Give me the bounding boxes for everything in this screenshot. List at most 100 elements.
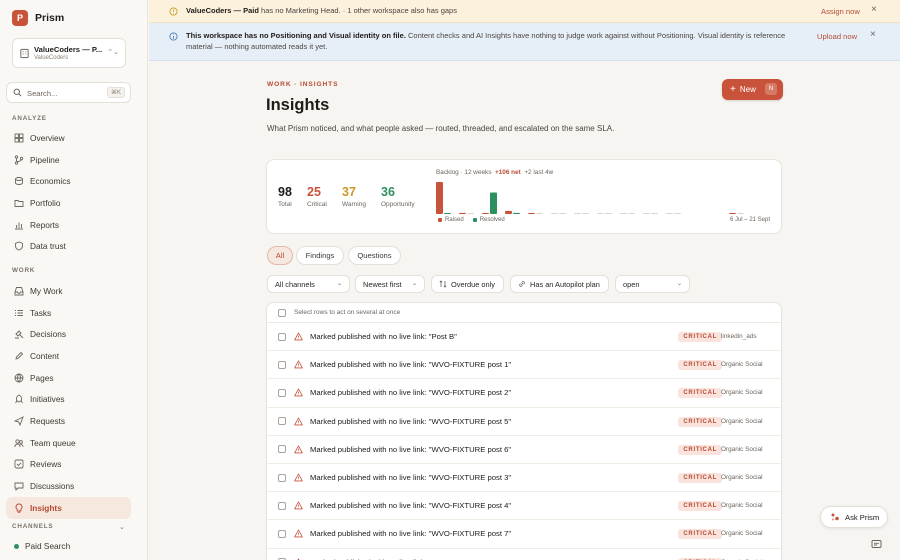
autopilot-toggle[interactable]: Has an Autopilot plan <box>510 275 609 293</box>
autopilot-label: Has an Autopilot plan <box>530 279 600 289</box>
row-checkbox[interactable] <box>278 529 286 538</box>
row-title: Marked published with no live link: "WVO… <box>310 444 512 454</box>
stat-value: 98 <box>278 185 292 199</box>
row-checkbox[interactable] <box>278 360 286 369</box>
sidebar-item-requests[interactable]: Requests <box>0 410 148 432</box>
row-title: Marked published with no live link: "WVO… <box>310 416 512 426</box>
status-select[interactable]: open ⌄ <box>615 275 690 293</box>
sidebar-item-overview[interactable]: Overview <box>0 127 148 149</box>
row-channel: Organic Social <box>721 361 763 369</box>
table-row[interactable]: Marked published with no live link: "Pos… <box>267 323 781 352</box>
stat-opportunity[interactable]: 36 Opportunity <box>381 185 415 208</box>
sidebar-item-reviews[interactable]: Reviews <box>0 454 148 476</box>
channels-select[interactable]: All channels ⌄ <box>267 275 350 293</box>
row-channel: Organic Social <box>721 530 763 538</box>
banner-bold: This workspace has no Positioning and Vi… <box>186 31 406 40</box>
stat-critical[interactable]: 25 Critical <box>307 185 327 208</box>
sidebar-item-decisions[interactable]: Decisions <box>0 323 148 345</box>
tab-all[interactable]: All <box>267 246 293 265</box>
row-checkbox[interactable] <box>278 417 286 426</box>
chevron-down-icon[interactable]: ⌄ <box>119 523 125 531</box>
sort-select-value: Newest first <box>363 279 402 289</box>
upload-now-link[interactable]: Upload now <box>817 32 857 41</box>
table-row[interactable]: Marked published with no live link: "WVO… <box>267 549 781 560</box>
row-channel: Organic Social <box>721 417 763 425</box>
section-channels: CHANNELS <box>12 523 54 530</box>
sidebar-item-insights[interactable]: Insights <box>6 496 131 519</box>
brand-name: Prism <box>35 12 65 24</box>
tab-findings[interactable]: Findings <box>296 246 344 265</box>
stat-label: Critical <box>307 201 327 208</box>
row-checkbox[interactable] <box>278 473 286 482</box>
warning-triangle-icon <box>294 332 303 341</box>
insights-table: Select rows to act on several at once Ma… <box>266 302 782 560</box>
row-title: Marked published with no live link: "WVO… <box>310 529 512 539</box>
row-title: Marked published with no live link: "WVO… <box>310 360 512 370</box>
sidebar-item-discussions[interactable]: Discussions <box>0 475 148 497</box>
severity-badge: CRITICAL <box>678 529 722 540</box>
table-row[interactable]: Marked published with no live link: "WVO… <box>267 351 781 380</box>
warning-triangle-icon <box>294 445 303 454</box>
row-checkbox[interactable] <box>278 445 286 454</box>
ask-prism-button[interactable]: Ask Prism <box>820 506 888 528</box>
tab-questions[interactable]: Questions <box>348 246 401 265</box>
workspace-name: ValueCoders — P... <box>34 45 103 54</box>
sidebar-item-my-work[interactable]: My Work <box>0 280 148 302</box>
close-icon[interactable]: × <box>870 29 876 40</box>
row-checkbox[interactable] <box>278 388 286 397</box>
sidebar-item-label: Economics <box>30 176 71 187</box>
bar-raised-week-11 <box>666 213 673 214</box>
search-input[interactable]: Search... ⌘K <box>6 82 131 103</box>
bar-resolved-week-7 <box>582 213 589 214</box>
select-all-checkbox[interactable] <box>278 308 286 317</box>
table-row[interactable]: Marked published with no live link: "WVO… <box>267 520 781 549</box>
severity-badge: CRITICAL <box>678 360 722 371</box>
row-channel: Organic Social <box>721 473 763 481</box>
banner-text: ValueCoders — Paid has no Marketing Head… <box>186 6 457 17</box>
stat-label: Opportunity <box>381 201 415 208</box>
bar-resolved-week-2 <box>467 213 474 214</box>
severity-badge: CRITICAL <box>678 388 722 399</box>
sidebar-item-economics[interactable]: Economics <box>0 170 148 192</box>
new-button[interactable]: + New N <box>722 79 783 100</box>
table-row[interactable]: Marked published with no live link: "WVO… <box>267 379 781 408</box>
sidebar-item-team-queue[interactable]: Team queue <box>0 432 148 454</box>
sidebar-item-pipeline[interactable]: Pipeline <box>0 149 148 171</box>
table-row[interactable]: Marked published with no live link: "WVO… <box>267 408 781 436</box>
sidebar-item-initiatives[interactable]: Initiatives <box>0 388 148 410</box>
stat-warning[interactable]: 37 Warning <box>342 185 366 208</box>
chat-icon[interactable] <box>871 539 882 550</box>
sidebar: P Prism ValueCoders — P... ValueCoders ⌃… <box>0 0 148 560</box>
sidebar-item-data-trust[interactable]: Data trust <box>0 235 148 257</box>
row-checkbox[interactable] <box>278 501 286 510</box>
row-title: Marked published with no live link: "WVO… <box>310 473 512 483</box>
sidebar-item-label: Pages <box>30 372 54 383</box>
brand[interactable]: P Prism <box>12 10 64 26</box>
table-body: Marked published with no live link: "Pos… <box>267 323 781 560</box>
stat-total[interactable]: 98 Total <box>278 185 292 208</box>
branch-icon <box>14 154 24 165</box>
sidebar-item-paid-search[interactable]: Paid Search <box>14 541 70 551</box>
sidebar-item-content[interactable]: Content <box>0 345 148 367</box>
table-row[interactable]: Marked published with no live link: "WVO… <box>267 492 781 521</box>
sidebar-item-portfolio[interactable]: Portfolio <box>0 192 148 214</box>
assign-now-link[interactable]: Assign now <box>821 7 860 16</box>
overdue-toggle[interactable]: Overdue only <box>431 275 504 293</box>
bar-raised-week-2 <box>459 212 466 214</box>
workspace-switcher[interactable]: ValueCoders — P... ValueCoders ⌃⌄ <box>12 38 126 68</box>
backlog-label: Backlog · 12 weeks <box>436 169 492 176</box>
page-title: Insights <box>266 96 330 114</box>
sidebar-item-label: Decisions <box>30 329 66 340</box>
sidebar-item-tasks[interactable]: Tasks <box>0 302 148 324</box>
row-checkbox[interactable] <box>278 332 286 341</box>
sidebar-item-label: Reviews <box>30 459 62 470</box>
bar-resolved-week-9 <box>628 213 635 214</box>
sort-select[interactable]: Newest first ⌄ <box>355 275 425 293</box>
table-row[interactable]: Marked published with no live link: "WVO… <box>267 436 781 464</box>
sidebar-item-pages[interactable]: Pages <box>0 367 148 389</box>
pen-icon <box>15 351 24 360</box>
sidebar-item-reports[interactable]: Reports <box>0 214 148 236</box>
warning-triangle-icon <box>294 501 303 510</box>
close-icon[interactable]: × <box>871 4 877 15</box>
table-row[interactable]: Marked published with no live link: "WVO… <box>267 464 781 493</box>
